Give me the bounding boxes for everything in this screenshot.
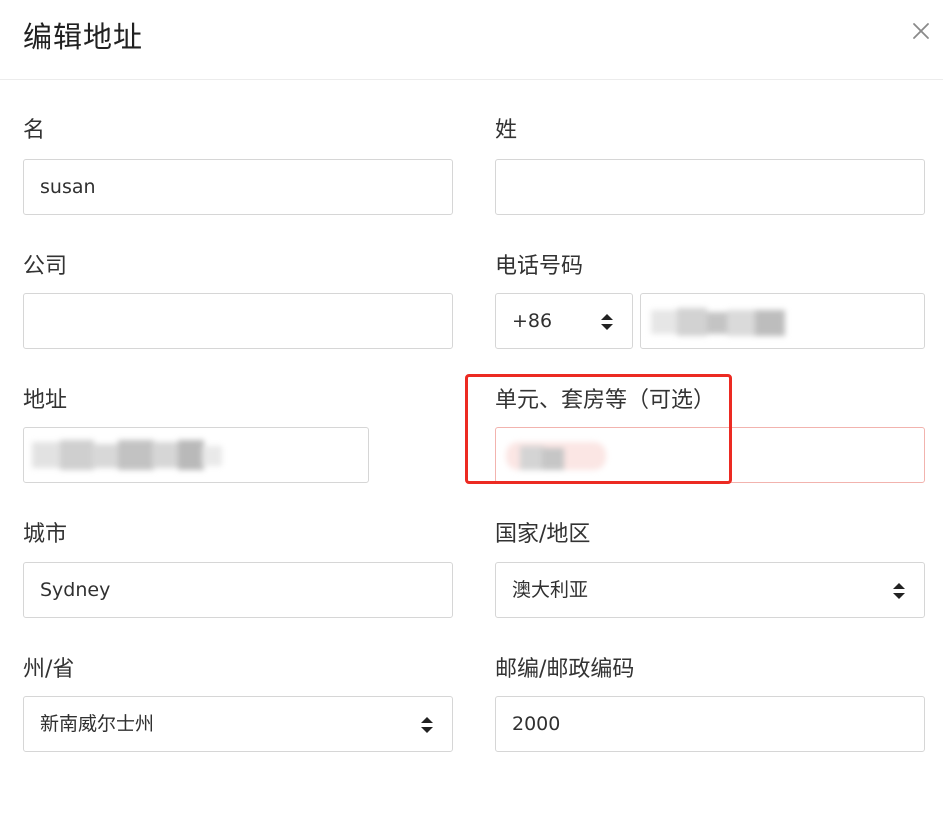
redacted-apartment-blur	[506, 436, 606, 476]
company-input[interactable]	[23, 293, 453, 349]
select-arrows-icon	[893, 583, 905, 599]
last-name-label: 姓	[495, 118, 518, 143]
apartment-label: 单元、套房等（可选）	[495, 388, 716, 413]
address-input[interactable]	[23, 427, 369, 483]
state-label: 州/省	[23, 657, 75, 682]
phone-label: 电话号码	[495, 254, 584, 279]
select-arrows-icon	[421, 717, 433, 733]
first-name-value: susan	[40, 176, 96, 198]
postcode-value: 2000	[512, 713, 561, 735]
postcode-input[interactable]: 2000	[495, 696, 925, 752]
redacted-phone-blur	[651, 308, 791, 336]
phone-country-code-select[interactable]: +86	[495, 293, 633, 349]
phone-country-code-value: +86	[512, 310, 553, 332]
redacted-address-blur	[32, 440, 222, 470]
phone-number-input[interactable]	[640, 293, 925, 349]
address-label: 地址	[23, 388, 68, 413]
country-value: 澳大利亚	[512, 579, 589, 601]
apartment-input[interactable]	[495, 427, 925, 483]
dialog-header: 编辑地址	[0, 0, 943, 80]
state-select[interactable]: 新南威尔士州	[23, 696, 453, 752]
first-name-input[interactable]: susan	[23, 159, 453, 215]
postcode-label: 邮编/邮政编码	[495, 657, 635, 682]
company-label: 公司	[23, 254, 68, 279]
state-value: 新南威尔士州	[40, 713, 155, 735]
country-label: 国家/地区	[495, 522, 591, 547]
last-name-input[interactable]	[495, 159, 925, 215]
city-label: 城市	[23, 522, 68, 547]
country-select[interactable]: 澳大利亚	[495, 562, 925, 618]
select-arrows-icon	[601, 314, 613, 330]
first-name-label: 名	[23, 118, 46, 143]
city-input[interactable]: Sydney	[23, 562, 453, 618]
dialog-title: 编辑地址	[23, 20, 144, 54]
city-value: Sydney	[40, 579, 111, 601]
close-icon[interactable]	[906, 16, 936, 46]
